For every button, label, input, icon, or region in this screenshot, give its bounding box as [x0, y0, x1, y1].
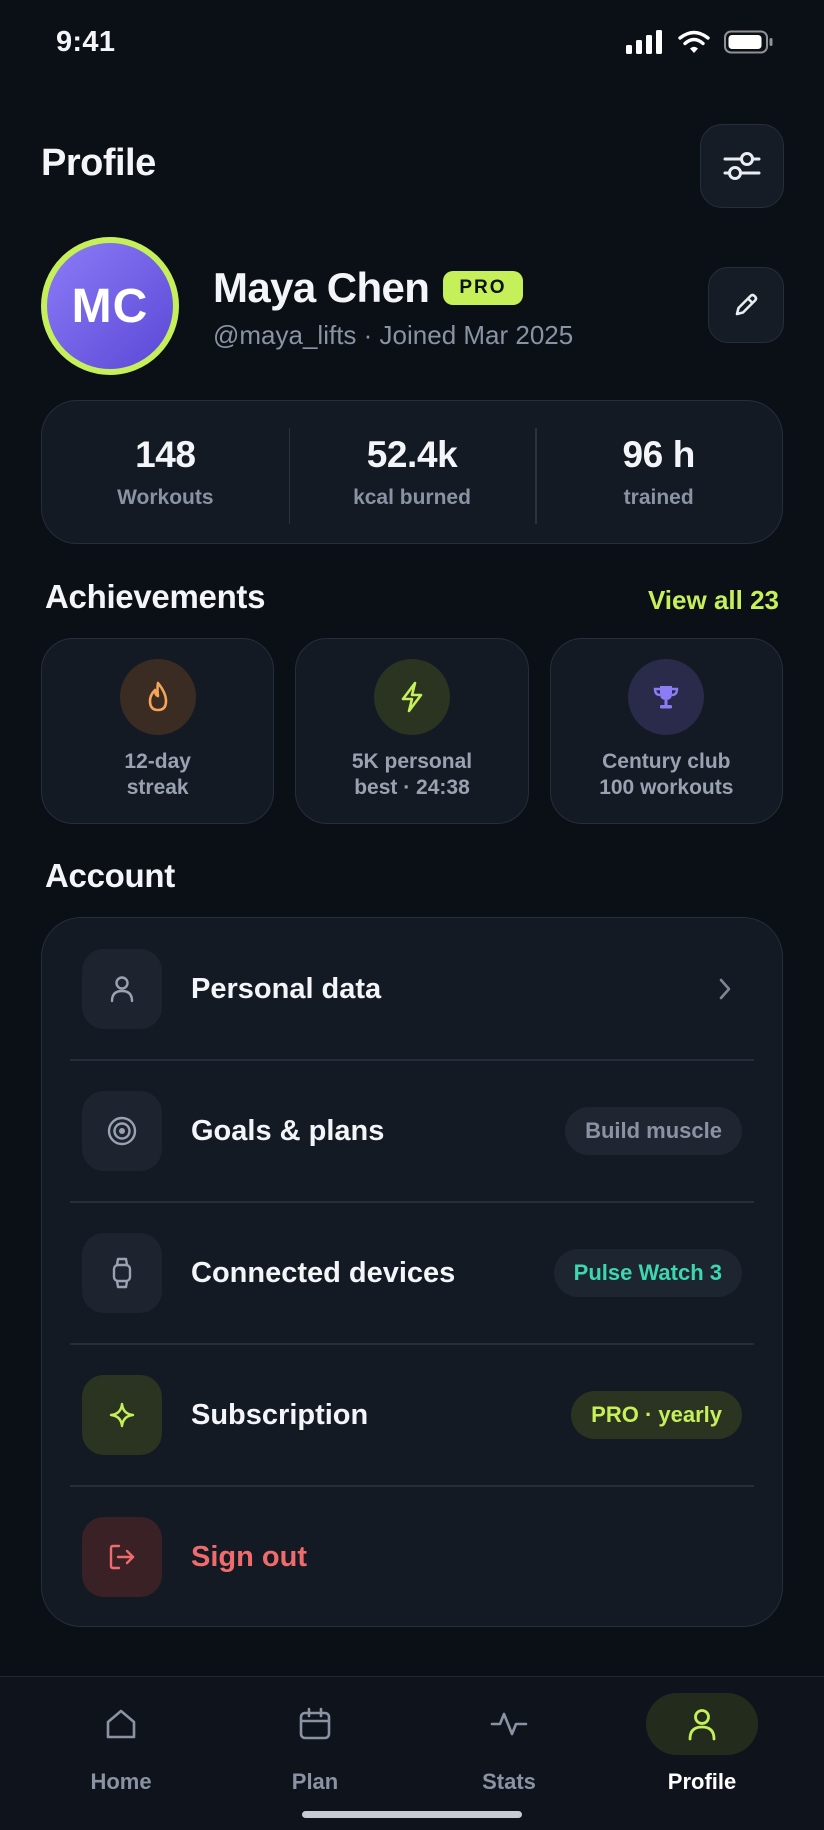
row-label: Connected devices [191, 1256, 456, 1289]
status-time: 9:41 [56, 26, 116, 58]
stat-value: 148 [135, 434, 196, 475]
account-row-goals[interactable]: Goals & plans Build muscle [42, 1060, 782, 1202]
nav-label: Home [90, 1769, 152, 1794]
achievement-icon-wrap [628, 659, 705, 735]
nav-icon-wrap [453, 1693, 565, 1755]
achievement-streak[interactable]: 12-day streak [41, 638, 275, 824]
achievement-label: 5K personal best · 24:38 [351, 750, 473, 799]
status-icons [626, 30, 774, 54]
wifi-icon [678, 30, 710, 53]
signal-icon [626, 30, 662, 54]
sliders-icon [723, 152, 761, 180]
sparkle-icon [109, 1402, 135, 1428]
bottom-nav: Home Plan Stats Profile [0, 1676, 824, 1830]
nav-icon-wrap [65, 1693, 177, 1755]
calendar-icon [299, 1707, 331, 1740]
nav-label: Stats [482, 1769, 536, 1794]
account-row-personal-data[interactable]: Personal data [42, 918, 782, 1060]
row-icon [82, 1375, 162, 1455]
flame-icon [148, 681, 167, 712]
row-label: Personal data [191, 972, 382, 1005]
sign-out-button[interactable]: Sign out [42, 1486, 782, 1626]
activity-icon [490, 1712, 528, 1736]
home-indicator [302, 1811, 522, 1818]
trophy-icon [654, 686, 679, 709]
row-label: Subscription [191, 1398, 369, 1431]
profile-meta: @maya_lifts · Joined Mar 2025 [213, 320, 574, 350]
row-label: Goals & plans [191, 1114, 385, 1147]
achievement-5k[interactable]: 5K personal best · 24:38 [295, 638, 529, 824]
row-label: Sign out [191, 1540, 307, 1573]
pro-badge: PRO [443, 271, 523, 305]
row-icon [82, 949, 162, 1029]
stat-label: kcal burned [353, 486, 471, 509]
row-icon [82, 1091, 162, 1171]
pencil-icon [735, 293, 758, 316]
nav-icon-wrap [259, 1693, 371, 1755]
stat-workouts: 148 Workouts [42, 434, 289, 510]
nav-profile[interactable]: Profile [646, 1693, 758, 1813]
account-row-subscription[interactable]: Subscription PRO · yearly [42, 1344, 782, 1486]
status-bar: 9:41 [0, 0, 824, 90]
achievement-label: 12-day streak [124, 750, 191, 799]
profile-icon [688, 1709, 716, 1741]
logout-icon [109, 1544, 135, 1570]
nav-stats[interactable]: Stats [453, 1693, 565, 1813]
settings-button[interactable] [700, 124, 784, 208]
goal-pill: Build muscle [565, 1107, 742, 1155]
nav-plan[interactable]: Plan [259, 1693, 371, 1813]
avatar[interactable]: MC [41, 237, 179, 375]
battery-icon [724, 30, 773, 54]
nav-label: Plan [291, 1769, 339, 1794]
profile-screen: 9:41 Profile MC Maya Chen PRO @maya_lift… [0, 0, 824, 1830]
stat-kcal: 52.4k kcal burned [288, 428, 536, 524]
stats-card: 148 Workouts 52.4k kcal burned 96 h trai… [41, 400, 783, 544]
device-pill: Pulse Watch 3 [553, 1249, 742, 1297]
achievement-label: Century club 100 workouts [599, 750, 734, 799]
page-title: Profile [41, 142, 156, 184]
subscription-pill: PRO · yearly [571, 1391, 742, 1439]
row-icon [82, 1233, 162, 1313]
achievements-row: 12-day streak 5K personal best · 24:38 C… [41, 638, 783, 824]
account-row-devices[interactable]: Connected devices Pulse Watch 3 [42, 1202, 782, 1344]
nav-label: Profile [667, 1769, 737, 1794]
stat-value: 52.4k [366, 434, 458, 475]
stat-label: trained [623, 486, 694, 509]
row-icon [82, 1517, 162, 1597]
nav-home[interactable]: Home [65, 1693, 177, 1813]
achievements-title: Achievements [45, 578, 266, 615]
stat-trained: 96 h trained [535, 428, 782, 524]
home-icon [106, 1709, 136, 1739]
stat-value: 96 h [622, 434, 695, 475]
profile-name-row: Maya Chen PRO [213, 264, 523, 312]
achievement-icon-wrap [373, 659, 450, 735]
edit-profile-button[interactable] [708, 267, 784, 343]
stat-label: Workouts [117, 486, 214, 509]
watch-icon [112, 1257, 132, 1289]
user-icon [110, 976, 134, 1003]
achievement-century[interactable]: Century club 100 workouts [549, 638, 783, 824]
account-title: Account [45, 857, 175, 894]
account-list: Personal data Goals & plans Build muscle [41, 917, 783, 1627]
target-icon [107, 1116, 137, 1146]
chevron-right-icon [719, 978, 731, 1000]
nav-icon-wrap [646, 1693, 758, 1755]
achievement-icon-wrap [119, 659, 196, 735]
bolt-icon [401, 681, 423, 713]
view-all-achievements-link[interactable]: View all 23 [648, 585, 779, 616]
profile-name: Maya Chen [213, 264, 430, 311]
